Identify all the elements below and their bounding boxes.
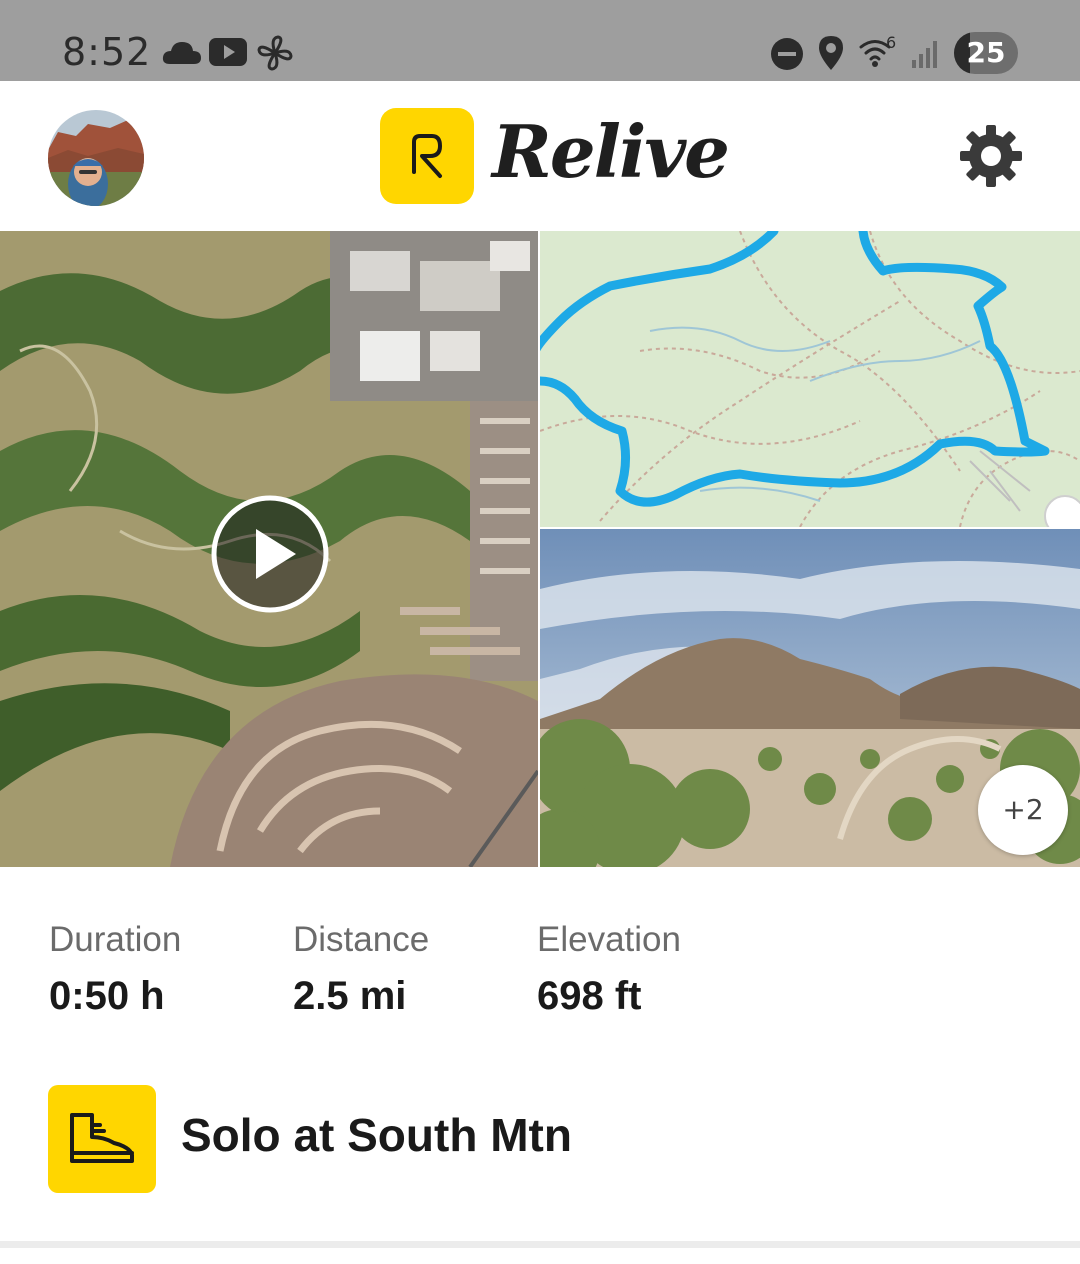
- battery-indicator: 25: [954, 32, 1018, 74]
- hiking-boot-icon: [48, 1085, 156, 1193]
- stat-label: Elevation: [537, 920, 681, 959]
- stat-value: 698 ft: [537, 974, 642, 1018]
- activity-media: [0, 231, 1080, 867]
- status-time: 8:52: [62, 30, 152, 74]
- dnd-icon: [771, 38, 803, 70]
- satellite-video-preview[interactable]: [0, 231, 538, 867]
- stat-value: 0:50 h: [49, 974, 165, 1018]
- avatar[interactable]: [48, 110, 144, 206]
- activity-title[interactable]: Solo at South Mtn: [181, 1108, 572, 1162]
- stat-value: 2.5 mi: [293, 974, 407, 1018]
- fan-icon: [257, 35, 293, 71]
- gear-icon[interactable]: [958, 123, 1024, 189]
- app-header: Relive: [0, 81, 1080, 231]
- wifi-label: 6: [886, 33, 897, 52]
- stat-duration: Duration 0:50 h: [49, 920, 181, 1019]
- stat-label: Distance: [293, 920, 430, 959]
- youtube-icon: [209, 38, 247, 66]
- stat-label: Duration: [49, 920, 182, 959]
- relive-logo-text: Relive: [492, 109, 730, 194]
- more-photos-badge[interactable]: +2: [978, 765, 1068, 855]
- cloud-icon: [162, 42, 201, 64]
- divider: [0, 1241, 1080, 1248]
- play-icon[interactable]: [210, 494, 330, 614]
- route-map[interactable]: [540, 231, 1080, 527]
- battery-level: 25: [966, 36, 1006, 69]
- location-icon: [819, 36, 843, 70]
- signal-icon: [912, 41, 937, 68]
- status-bar: 8:52 6 25: [0, 0, 1080, 81]
- relive-logo-icon: [380, 108, 474, 204]
- stat-distance: Distance 2.5 mi: [293, 920, 429, 1019]
- stat-elevation: Elevation 698 ft: [537, 920, 681, 1019]
